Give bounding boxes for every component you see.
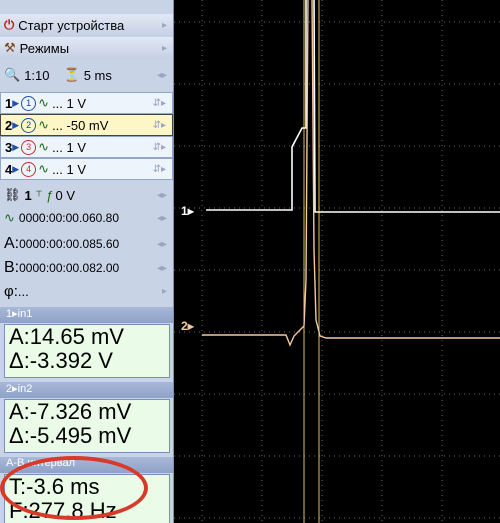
trigger-icon: ⛓ — [4, 187, 21, 202]
coupling-icon[interactable]: ∿ — [38, 95, 49, 111]
amplitude-value: A:14.65 mV — [9, 324, 124, 349]
channel-row-3[interactable]: 3 ▶ 3 ∿... 1 V ⇵▸ — [0, 136, 173, 158]
marker-label: 2 — [181, 319, 188, 333]
trigger-time: 0000:00:00.060.80 — [18, 211, 120, 225]
play-icon: ▶ — [12, 97, 20, 108]
channel-number: 1 — [6, 308, 13, 320]
measurement-box-2: A:-7.326 mV Δ:-5.495 mV — [4, 399, 170, 453]
start-device-label: Старт устройства — [18, 17, 125, 33]
waveform-icon: ∿ — [4, 210, 15, 225]
delta-value: Δ:-5.495 mV — [9, 423, 132, 448]
channel-number: 3 — [5, 139, 13, 155]
channel-number: 2 — [5, 117, 13, 133]
cursor-b-time: 0000:00:00.082.00 — [19, 261, 120, 275]
start-device-button[interactable]: ⏻ Старт устройства ▸ — [0, 14, 173, 36]
channel-2-marker[interactable]: 2▸ — [181, 319, 194, 333]
channel-value: ... 1 V — [52, 95, 87, 111]
trigger-level: 0 V — [55, 187, 75, 203]
stepper-icon[interactable]: ◂▸ — [157, 213, 167, 224]
interval-box: T:-3.6 ms F:277.8 Hz — [4, 474, 170, 523]
cursor-b-row[interactable]: B: 0000:00:00.082.00 ◂▸ — [0, 257, 173, 279]
channel-1-trace — [206, 0, 500, 213]
time-div[interactable]: 5 ms — [84, 68, 112, 83]
oscilloscope-display[interactable] — [174, 0, 500, 523]
play-icon: ▶ — [12, 163, 20, 174]
trigger-channel: 1 — [24, 187, 32, 203]
wrench-icon: ⚒ — [4, 40, 16, 55]
stepper-icon[interactable]: ◂▸ — [157, 263, 167, 274]
timebase-row: 🔍 1:10 ⏳ 5 ms ◂▸ — [0, 64, 173, 86]
channel-name: in2 — [17, 383, 33, 395]
channel-row-4[interactable]: 4 ▶ 4 ∿... 1 V ⇵▸ — [0, 158, 173, 180]
channel-number: 4 — [5, 161, 13, 177]
coupling-icon[interactable]: ∿ — [38, 161, 49, 177]
zoom-icon[interactable]: 🔍 — [4, 67, 20, 83]
phase-row[interactable]: φ: ... ▸ — [0, 280, 173, 302]
stepper-icon[interactable]: ◂▸ — [157, 70, 167, 81]
modes-menu[interactable]: ⚒ Режимы ▸ — [0, 37, 173, 59]
phi-label: φ: — [4, 282, 18, 300]
expand-icon: ▸ — [161, 285, 167, 297]
channel-1-marker[interactable]: 1▸ — [181, 204, 194, 218]
stepper-icon[interactable]: ⇵▸ — [153, 120, 166, 131]
cursor-a-label: A: — [4, 235, 20, 252]
marker-label: 1 — [181, 204, 188, 218]
cursor-b-label: B: — [4, 259, 20, 276]
trigger-time-row[interactable]: ∿ 0000:00:00.060.80 ◂▸ — [0, 207, 173, 229]
period-value: T:-3.6 ms — [9, 474, 100, 499]
measurement-box-1: A:14.65 mV Δ:-3.392 V — [4, 324, 170, 378]
channel-name: in1 — [17, 308, 33, 320]
modes-label: Режимы — [19, 40, 70, 56]
cursor-a-time: 0000:00:00.085.60 — [19, 237, 120, 251]
delta-value: Δ:-3.392 V — [9, 348, 113, 373]
trigger-row[interactable]: ⛓ 1 ⸆ ƒ 0 V ◂▸ — [0, 184, 173, 206]
stepper-icon[interactable]: ⇵▸ — [153, 142, 166, 153]
channel-value: ... 1 V — [52, 139, 87, 155]
edge-icon: ⸆ — [35, 188, 43, 203]
stepper-icon[interactable]: ⇵▸ — [153, 164, 166, 175]
cursor-a-row[interactable]: A: 0000:00:00.085.60 ◂▸ — [0, 233, 173, 255]
expand-icon: ▸ — [161, 42, 167, 54]
measurement-header-1: 1▸in1 — [0, 307, 173, 323]
channel-chip-icon[interactable]: 2 — [21, 117, 37, 133]
interval-label: A-B интервал — [6, 457, 76, 469]
time-scale[interactable]: 1:10 — [24, 68, 49, 83]
stepper-icon[interactable]: ⇵▸ — [153, 98, 166, 109]
power-icon: ⏻ — [4, 17, 15, 32]
channel-number: 2 — [6, 383, 13, 395]
channel-chip-icon[interactable]: 3 — [21, 139, 37, 155]
frequency-value: F:277.8 Hz — [9, 498, 117, 523]
play-icon: ▶ — [12, 141, 20, 152]
measurement-header-2: 2▸in2 — [0, 382, 173, 398]
channel-value: ... -50 mV — [52, 117, 109, 133]
amplitude-value: A:-7.326 mV — [9, 399, 132, 424]
phi-value: ... — [17, 283, 29, 299]
channel-2-trace — [202, 0, 500, 347]
stepper-icon[interactable]: ◂▸ — [157, 239, 167, 250]
control-panel: ⏻ Старт устройства ▸ ⚒ Режимы ▸ 🔍 1:10 ⏳… — [0, 0, 174, 523]
grid — [174, 0, 500, 523]
channel-chip-icon[interactable]: 4 — [21, 161, 37, 177]
play-icon: ▶ — [12, 119, 20, 130]
timebase-icon: ⏳ — [63, 67, 80, 82]
coupling-icon[interactable]: ∿ — [38, 117, 49, 133]
stepper-icon[interactable]: ◂▸ — [157, 190, 167, 201]
channel-row-2[interactable]: 2 ▶ 2 ∿... -50 mV ⇵▸ — [0, 114, 173, 136]
interval-header: A-B интервал — [0, 457, 173, 473]
channel-row-1[interactable]: 1 ▶ 1 ∿... 1 V ⇵▸ — [0, 92, 173, 114]
level-icon: ƒ — [46, 187, 54, 203]
expand-icon: ▸ — [161, 19, 167, 31]
channel-chip-icon[interactable]: 1 — [21, 95, 37, 111]
coupling-icon[interactable]: ∿ — [38, 139, 49, 155]
channel-number: 1 — [5, 95, 13, 111]
channel-value: ... 1 V — [52, 161, 87, 177]
